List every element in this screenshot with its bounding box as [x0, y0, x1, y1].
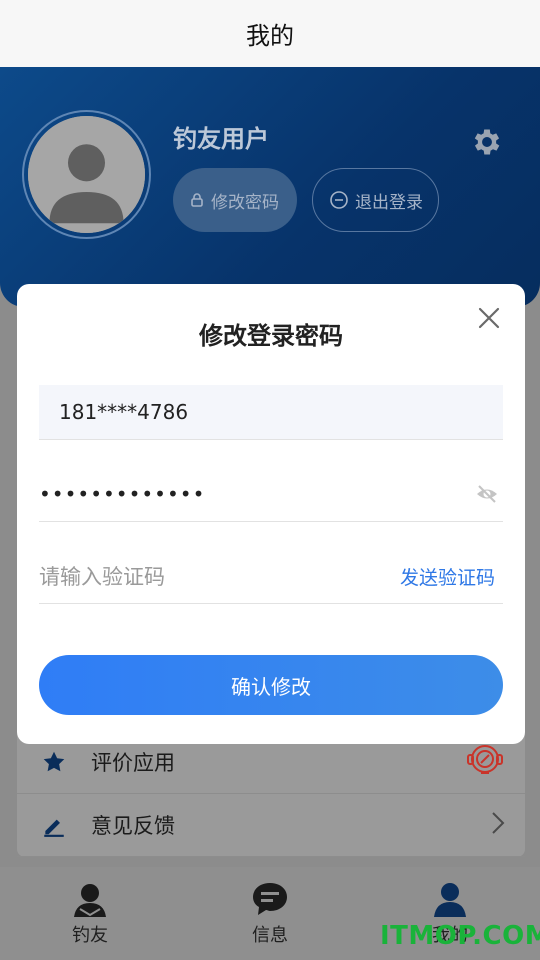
- tab-messages[interactable]: 信息: [180, 867, 360, 960]
- star-icon: [41, 749, 69, 775]
- customer-service-icon[interactable]: [465, 740, 505, 784]
- logout-label: 退出登录: [355, 192, 423, 213]
- dialog-title: 修改登录密码: [199, 322, 343, 350]
- phone-value: 181****4786: [59, 400, 189, 424]
- settings-list: 评价应用 意见反馈: [17, 735, 525, 857]
- profile-header: 钓友用户 修改密码 退出登录: [0, 67, 540, 307]
- list-item-label: 意见反馈: [91, 814, 175, 838]
- chevron-right-icon: [491, 811, 505, 839]
- confirm-label: 确认修改: [231, 674, 311, 699]
- eye-off-icon[interactable]: [475, 482, 499, 506]
- new-password-field[interactable]: •••••••••••••: [39, 467, 503, 522]
- avatar-placeholder-icon: [28, 116, 145, 233]
- confirm-button[interactable]: 确认修改: [39, 655, 503, 715]
- verification-code-field[interactable]: 请输入验证码 发送验证码: [39, 549, 503, 604]
- change-password-dialog: 修改登录密码 181****4786 ••••••••••••• 请输入验证码 …: [17, 284, 525, 744]
- change-password-label: 修改密码: [211, 192, 279, 213]
- lock-icon: [189, 192, 205, 208]
- minus-circle-icon: [329, 190, 349, 210]
- message-icon: [253, 883, 287, 915]
- tab-label: 钓友: [72, 925, 108, 946]
- avatar[interactable]: [22, 110, 151, 239]
- phone-field[interactable]: 181****4786: [39, 385, 503, 440]
- angler-icon: [74, 884, 106, 917]
- user-icon: [434, 883, 466, 917]
- list-item-feedback[interactable]: 意见反馈: [17, 794, 525, 857]
- list-item-label: 评价应用: [91, 751, 175, 775]
- gear-icon[interactable]: [470, 125, 504, 159]
- send-code-button[interactable]: 发送验证码: [400, 563, 495, 590]
- close-icon[interactable]: [477, 306, 501, 330]
- tab-label: 信息: [252, 925, 288, 946]
- username: 钓友用户: [173, 125, 269, 153]
- code-placeholder: 请输入验证码: [39, 565, 165, 589]
- logout-button[interactable]: 退出登录: [312, 168, 439, 232]
- top-bar: 我的: [0, 0, 540, 67]
- page-title: 我的: [246, 22, 294, 50]
- watermark: ITMOP.COM: [380, 921, 540, 951]
- password-value: •••••••••••••: [39, 482, 206, 506]
- change-password-button[interactable]: 修改密码: [173, 168, 297, 232]
- tab-anglers[interactable]: 钓友: [0, 867, 180, 960]
- pencil-icon: [41, 812, 69, 838]
